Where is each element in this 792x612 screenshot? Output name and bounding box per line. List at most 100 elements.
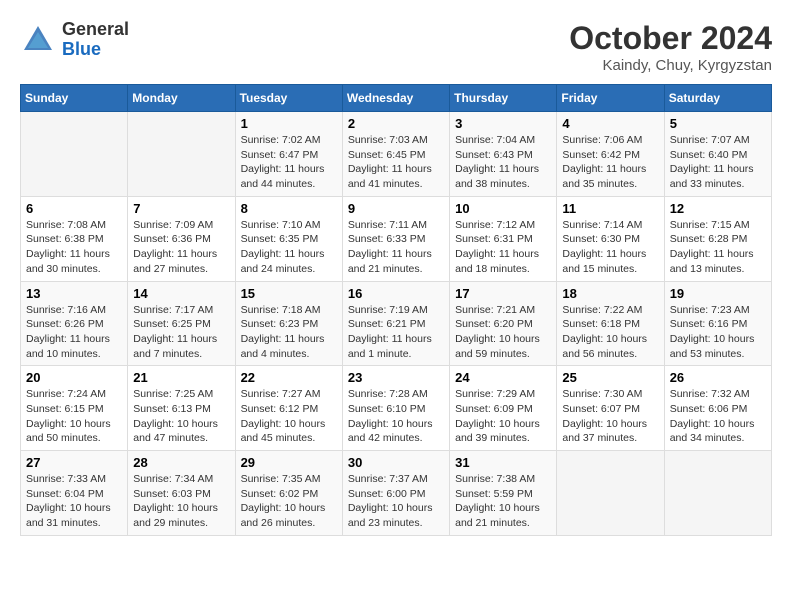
calendar-header-row: SundayMondayTuesdayWednesdayThursdayFrid…	[21, 85, 772, 112]
day-number: 11	[562, 201, 658, 216]
calendar-table: SundayMondayTuesdayWednesdayThursdayFrid…	[20, 84, 772, 536]
day-info: Sunrise: 7:02 AM Sunset: 6:47 PM Dayligh…	[241, 133, 337, 192]
calendar-cell: 24 Sunrise: 7:29 AM Sunset: 6:09 PM Dayli…	[450, 366, 557, 451]
day-info: Sunrise: 7:24 AM Sunset: 6:15 PM Dayligh…	[26, 387, 122, 446]
calendar-cell: 28 Sunrise: 7:34 AM Sunset: 6:03 PM Dayli…	[128, 451, 235, 536]
header-wednesday: Wednesday	[342, 85, 449, 112]
header-friday: Friday	[557, 85, 664, 112]
day-number: 2	[348, 116, 444, 131]
day-number: 24	[455, 370, 551, 385]
header-thursday: Thursday	[450, 85, 557, 112]
day-number: 12	[670, 201, 766, 216]
day-number: 15	[241, 286, 337, 301]
day-info: Sunrise: 7:30 AM Sunset: 6:07 PM Dayligh…	[562, 387, 658, 446]
day-info: Sunrise: 7:17 AM Sunset: 6:25 PM Dayligh…	[133, 303, 229, 362]
day-info: Sunrise: 7:10 AM Sunset: 6:35 PM Dayligh…	[241, 218, 337, 277]
day-info: Sunrise: 7:33 AM Sunset: 6:04 PM Dayligh…	[26, 472, 122, 531]
calendar-week-5: 27 Sunrise: 7:33 AM Sunset: 6:04 PM Dayli…	[21, 451, 772, 536]
day-info: Sunrise: 7:14 AM Sunset: 6:30 PM Dayligh…	[562, 218, 658, 277]
day-number: 8	[241, 201, 337, 216]
day-info: Sunrise: 7:16 AM Sunset: 6:26 PM Dayligh…	[26, 303, 122, 362]
calendar-cell: 4 Sunrise: 7:06 AM Sunset: 6:42 PM Daylig…	[557, 112, 664, 197]
day-number: 5	[670, 116, 766, 131]
calendar-cell: 15 Sunrise: 7:18 AM Sunset: 6:23 PM Dayli…	[235, 281, 342, 366]
calendar-cell: 31 Sunrise: 7:38 AM Sunset: 5:59 PM Dayli…	[450, 451, 557, 536]
calendar-cell	[128, 112, 235, 197]
day-info: Sunrise: 7:03 AM Sunset: 6:45 PM Dayligh…	[348, 133, 444, 192]
day-number: 26	[670, 370, 766, 385]
calendar-cell: 26 Sunrise: 7:32 AM Sunset: 6:06 PM Dayli…	[664, 366, 771, 451]
day-info: Sunrise: 7:07 AM Sunset: 6:40 PM Dayligh…	[670, 133, 766, 192]
calendar-cell: 18 Sunrise: 7:22 AM Sunset: 6:18 PM Dayli…	[557, 281, 664, 366]
calendar-cell: 29Sunrise: 7:35 AM Sunset: 6:02 PM Dayli…	[235, 451, 342, 536]
day-info: Sunrise: 7:32 AM Sunset: 6:06 PM Dayligh…	[670, 387, 766, 446]
calendar-cell	[557, 451, 664, 536]
day-number: 13	[26, 286, 122, 301]
header-tuesday: Tuesday	[235, 85, 342, 112]
calendar-cell	[21, 112, 128, 197]
day-number: 30	[348, 455, 444, 470]
header-monday: Monday	[128, 85, 235, 112]
calendar-cell: 8 Sunrise: 7:10 AM Sunset: 6:35 PM Daylig…	[235, 196, 342, 281]
calendar-cell: 20 Sunrise: 7:24 AM Sunset: 6:15 PM Dayli…	[21, 366, 128, 451]
day-info: Sunrise: 7:38 AM Sunset: 5:59 PM Dayligh…	[455, 472, 551, 531]
day-info: Sunrise: 7:19 AM Sunset: 6:21 PM Dayligh…	[348, 303, 444, 362]
day-info: Sunrise: 7:23 AM Sunset: 6:16 PM Dayligh…	[670, 303, 766, 362]
day-info: Sunrise: 7:18 AM Sunset: 6:23 PM Dayligh…	[241, 303, 337, 362]
day-number: 23	[348, 370, 444, 385]
calendar-cell: 5 Sunrise: 7:07 AM Sunset: 6:40 PM Daylig…	[664, 112, 771, 197]
day-info: Sunrise: 7:09 AM Sunset: 6:36 PM Dayligh…	[133, 218, 229, 277]
day-info: Sunrise: 7:29 AM Sunset: 6:09 PM Dayligh…	[455, 387, 551, 446]
calendar-cell: 6 Sunrise: 7:08 AM Sunset: 6:38 PM Daylig…	[21, 196, 128, 281]
calendar-cell: 7 Sunrise: 7:09 AM Sunset: 6:36 PM Daylig…	[128, 196, 235, 281]
calendar-cell: 21Sunrise: 7:25 AM Sunset: 6:13 PM Dayli…	[128, 366, 235, 451]
day-number: 7	[133, 201, 229, 216]
day-number: 25	[562, 370, 658, 385]
day-info: Sunrise: 7:27 AM Sunset: 6:12 PM Dayligh…	[241, 387, 337, 446]
day-info: Sunrise: 7:34 AM Sunset: 6:03 PM Dayligh…	[133, 472, 229, 531]
calendar-cell: 17 Sunrise: 7:21 AM Sunset: 6:20 PM Dayli…	[450, 281, 557, 366]
day-info: Sunrise: 7:11 AM Sunset: 6:33 PM Dayligh…	[348, 218, 444, 277]
day-info: Sunrise: 7:22 AM Sunset: 6:18 PM Dayligh…	[562, 303, 658, 362]
day-number: 6	[26, 201, 122, 216]
day-number: 28	[133, 455, 229, 470]
day-info: Sunrise: 7:15 AM Sunset: 6:28 PM Dayligh…	[670, 218, 766, 277]
day-number: 14	[133, 286, 229, 301]
calendar-cell: 10Sunrise: 7:12 AM Sunset: 6:31 PM Dayli…	[450, 196, 557, 281]
calendar-cell: 3Sunrise: 7:04 AM Sunset: 6:43 PM Daylig…	[450, 112, 557, 197]
page-header: General Blue October 2024 Kaindy, Chuy, …	[20, 20, 772, 74]
day-number: 21	[133, 370, 229, 385]
day-number: 4	[562, 116, 658, 131]
header-saturday: Saturday	[664, 85, 771, 112]
day-number: 10	[455, 201, 551, 216]
day-number: 22	[241, 370, 337, 385]
calendar-cell: 23 Sunrise: 7:28 AM Sunset: 6:10 PM Dayli…	[342, 366, 449, 451]
logo-text: General Blue	[62, 20, 129, 60]
day-number: 29	[241, 455, 337, 470]
day-info: Sunrise: 7:08 AM Sunset: 6:38 PM Dayligh…	[26, 218, 122, 277]
day-info: Sunrise: 7:28 AM Sunset: 6:10 PM Dayligh…	[348, 387, 444, 446]
day-number: 20	[26, 370, 122, 385]
day-number: 27	[26, 455, 122, 470]
day-info: Sunrise: 7:06 AM Sunset: 6:42 PM Dayligh…	[562, 133, 658, 192]
logo-general: General	[62, 19, 129, 39]
day-number: 19	[670, 286, 766, 301]
calendar-cell	[664, 451, 771, 536]
day-number: 18	[562, 286, 658, 301]
header-sunday: Sunday	[21, 85, 128, 112]
calendar-cell: 16Sunrise: 7:19 AM Sunset: 6:21 PM Dayli…	[342, 281, 449, 366]
calendar-cell: 14 Sunrise: 7:17 AM Sunset: 6:25 PM Dayli…	[128, 281, 235, 366]
day-info: Sunrise: 7:21 AM Sunset: 6:20 PM Dayligh…	[455, 303, 551, 362]
logo-blue: Blue	[62, 39, 101, 59]
day-info: Sunrise: 7:37 AM Sunset: 6:00 PM Dayligh…	[348, 472, 444, 531]
day-number: 1	[241, 116, 337, 131]
day-number: 17	[455, 286, 551, 301]
calendar-week-3: 13 Sunrise: 7:16 AM Sunset: 6:26 PM Dayli…	[21, 281, 772, 366]
calendar-cell: 27 Sunrise: 7:33 AM Sunset: 6:04 PM Dayli…	[21, 451, 128, 536]
day-info: Sunrise: 7:04 AM Sunset: 6:43 PM Dayligh…	[455, 133, 551, 192]
calendar-cell: 22 Sunrise: 7:27 AM Sunset: 6:12 PM Dayli…	[235, 366, 342, 451]
day-number: 31	[455, 455, 551, 470]
calendar-cell: 30 Sunrise: 7:37 AM Sunset: 6:00 PM Dayli…	[342, 451, 449, 536]
title-block: October 2024 Kaindy, Chuy, Kyrgyzstan	[569, 20, 772, 74]
calendar-week-4: 20 Sunrise: 7:24 AM Sunset: 6:15 PM Dayli…	[21, 366, 772, 451]
